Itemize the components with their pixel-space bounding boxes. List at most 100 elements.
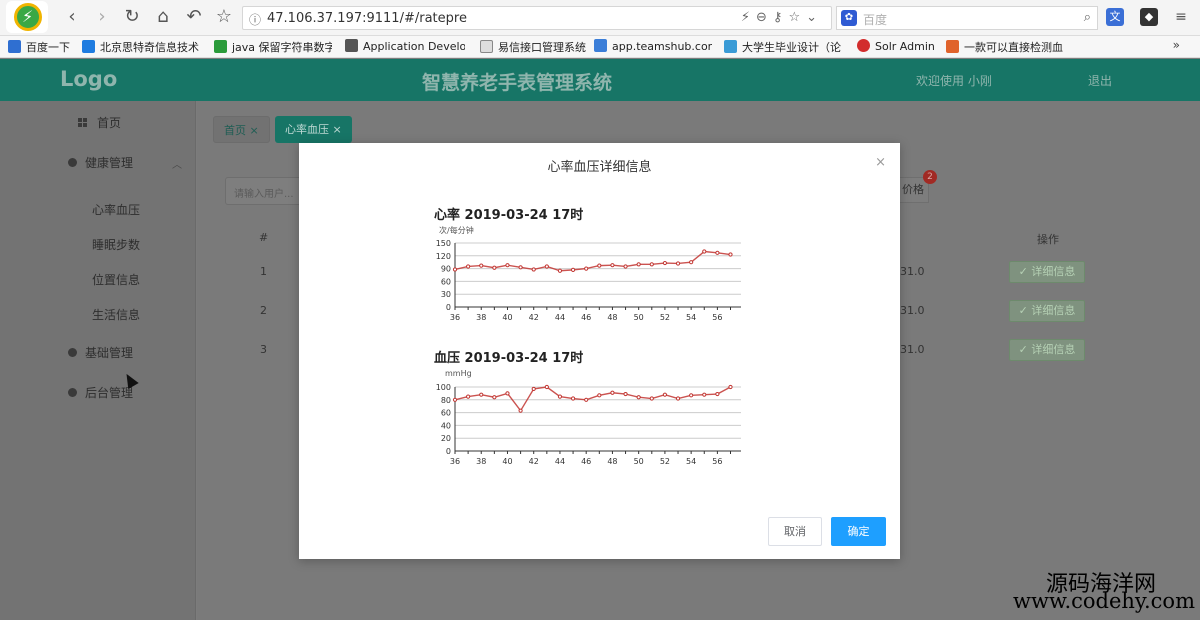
menu-icon[interactable]: ≡ bbox=[1172, 8, 1190, 26]
data-point bbox=[584, 397, 589, 402]
back-icon[interactable]: ‹ bbox=[62, 7, 82, 27]
sidebar-item-heart-rate[interactable]: 心率血压 bbox=[92, 201, 140, 218]
sidebar-item-label: 生活信息 bbox=[92, 308, 141, 322]
x-tick-label: 48 bbox=[607, 313, 617, 322]
bookmark-item[interactable]: 一款可以直接检测血 bbox=[946, 39, 1066, 55]
search-input[interactable]: 请输入用户... bbox=[225, 177, 305, 205]
extension-icon[interactable]: ◆ bbox=[1140, 8, 1158, 26]
data-point bbox=[492, 265, 497, 270]
bookmark-label: 北京思特奇信息技术 bbox=[100, 41, 199, 54]
x-tick-label: 46 bbox=[581, 313, 591, 322]
tab-heart-rate[interactable]: 心率血压 × bbox=[275, 116, 352, 143]
bookmark-label: Application Develo bbox=[363, 40, 465, 53]
row-index: 3 bbox=[260, 343, 267, 356]
bookmark-item[interactable]: 大学生毕业设计（论 bbox=[724, 39, 844, 55]
search-icon[interactable]: ⌕ bbox=[1084, 10, 1091, 25]
series-line bbox=[454, 386, 731, 412]
sidebar-item-health[interactable]: 健康管理 bbox=[68, 154, 133, 171]
y-tick-label: 40 bbox=[441, 421, 451, 430]
bookmark-item[interactable]: 百度一下 bbox=[8, 39, 74, 55]
y-tick-label: 60 bbox=[441, 409, 451, 418]
y-tick-label: 100 bbox=[436, 383, 451, 392]
welcome-text: 欢迎使用 小刚 bbox=[916, 74, 992, 88]
y-tick-label: 80 bbox=[441, 396, 451, 405]
data-point bbox=[466, 264, 471, 269]
y-tick-label: 0 bbox=[446, 303, 451, 312]
watermark-url: www.codehy.com bbox=[1013, 589, 1195, 613]
reload-icon[interactable]: ↻ bbox=[122, 7, 142, 27]
bookmark-item[interactable]: 北京思特奇信息技术 bbox=[82, 39, 202, 55]
data-point bbox=[518, 265, 523, 270]
x-tick-label: 40 bbox=[502, 457, 512, 466]
data-point bbox=[531, 386, 536, 392]
data-point bbox=[649, 396, 654, 401]
info-icon: ⓘ bbox=[249, 13, 262, 27]
data-point bbox=[557, 268, 563, 273]
row-value: 31.0 bbox=[900, 343, 925, 356]
sidebar-item-home[interactable]: 首页 bbox=[78, 114, 121, 131]
translate-icon[interactable]: 文 bbox=[1106, 8, 1124, 26]
y-tick-label: 0 bbox=[446, 447, 451, 456]
data-point bbox=[662, 392, 668, 397]
x-tick-label: 40 bbox=[502, 313, 512, 322]
x-tick-label: 54 bbox=[686, 457, 696, 466]
star-icon[interactable]: ☆ bbox=[214, 7, 234, 27]
home-icon[interactable]: ⌂ bbox=[153, 7, 173, 27]
sidebar-item-label: 后台管理 bbox=[85, 386, 134, 400]
confirm-button[interactable]: 确定 bbox=[831, 517, 886, 546]
gear-icon bbox=[68, 388, 77, 397]
x-tick-label: 46 bbox=[581, 457, 591, 466]
undo-icon[interactable]: ↶ bbox=[184, 7, 204, 27]
bookmark-label: app.teamshub.com bbox=[612, 40, 712, 53]
data-point bbox=[636, 395, 641, 400]
data-point bbox=[689, 393, 694, 398]
data-point bbox=[702, 392, 707, 397]
row-value: 31.0 bbox=[900, 304, 925, 317]
bookmark-item[interactable]: java 保留字符串数字 bbox=[214, 39, 332, 55]
data-point bbox=[584, 266, 589, 271]
detail-button[interactable]: ✓ 详细信息 bbox=[1009, 339, 1085, 361]
address-bar[interactable]: ⓘ 47.106.37.197:9111/#/ratepre ⚡⊖⚷☆⌄ bbox=[242, 6, 832, 30]
bookmark-label: Solr Admin bbox=[875, 40, 935, 53]
chevron-up-icon: ︿ bbox=[172, 160, 182, 171]
browser-toolbar: ‹ › ↻ ⌂ ↶ ☆ ⓘ 47.106.37.197:9111/#/ratep… bbox=[0, 0, 1200, 36]
bookmarks-more-button[interactable]: » bbox=[1173, 38, 1180, 52]
bookmark-item[interactable]: app.teamshub.com bbox=[594, 39, 712, 53]
x-tick-label: 48 bbox=[607, 457, 617, 466]
bookmark-item[interactable]: Solr Admin bbox=[857, 39, 941, 53]
y-tick-label: 90 bbox=[441, 265, 451, 274]
sidebar-item-location[interactable]: 位置信息 bbox=[92, 271, 140, 288]
detail-button[interactable]: ✓ 详细信息 bbox=[1009, 261, 1085, 283]
y-tick-label: 150 bbox=[436, 239, 451, 248]
sidebar-item-label: 位置信息 bbox=[92, 273, 141, 287]
sidebar-item-sleep[interactable]: 睡眠步数 bbox=[92, 236, 140, 253]
bookmark-icon bbox=[724, 40, 737, 53]
detail-button[interactable]: ✓ 详细信息 bbox=[1009, 300, 1085, 322]
bookmark-item[interactable]: 易信接口管理系统 bbox=[480, 39, 586, 55]
search-placeholder: 百度 bbox=[863, 13, 888, 27]
browser-search[interactable]: ✿ 百度 ⌕ bbox=[836, 6, 1098, 30]
tab-home[interactable]: 首页 × bbox=[213, 116, 270, 143]
data-point bbox=[623, 391, 628, 397]
app-title: 智慧养老手表管理系统 bbox=[422, 72, 613, 94]
bookmark-label: 百度一下 bbox=[26, 41, 70, 54]
sidebar-item-basic[interactable]: 基础管理 bbox=[68, 344, 133, 361]
sidebar-item-backend[interactable]: 后台管理 bbox=[68, 384, 133, 401]
x-tick-label: 52 bbox=[660, 313, 670, 322]
data-point bbox=[505, 263, 510, 268]
logout-link[interactable]: 退出 bbox=[1088, 72, 1112, 89]
address-tools[interactable]: ⚡⊖⚷☆⌄ bbox=[741, 10, 823, 25]
browser-logo[interactable] bbox=[6, 1, 48, 33]
cancel-button[interactable]: 取消 bbox=[768, 517, 822, 546]
forward-icon[interactable]: › bbox=[92, 7, 112, 27]
x-tick-label: 36 bbox=[450, 457, 460, 466]
heart-rate-chart: 0 30 60 90 120 150 36 38 40 42 44 46 48 50 52 54 56 bbox=[436, 239, 741, 322]
x-tick-label: 42 bbox=[529, 457, 539, 466]
close-icon[interactable]: × bbox=[875, 155, 886, 170]
bookmark-item[interactable]: Application Develo bbox=[345, 39, 465, 53]
data-point bbox=[715, 391, 720, 397]
sidebar-item-life[interactable]: 生活信息 bbox=[92, 306, 140, 323]
x-tick-label: 54 bbox=[686, 313, 696, 322]
data-point bbox=[649, 262, 654, 267]
y-tick-label: 30 bbox=[441, 290, 451, 299]
